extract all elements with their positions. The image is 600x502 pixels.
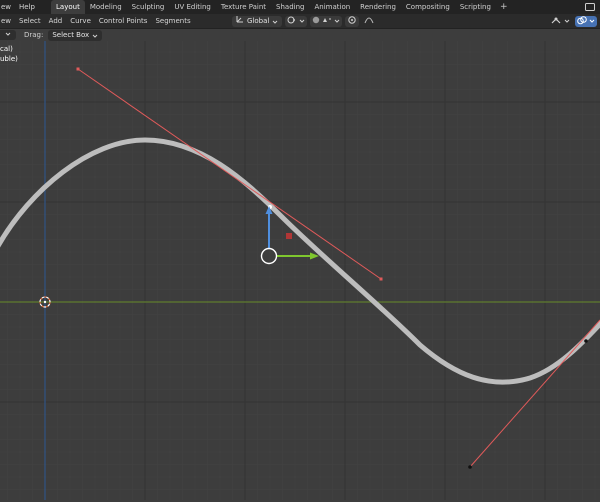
drag-mode-dropdown[interactable]: Select Box xyxy=(48,29,103,41)
proportional-editing-button[interactable] xyxy=(345,15,360,27)
add-workspace-button[interactable]: + xyxy=(496,0,512,14)
top-menu-bar: ew Help Layout Modeling Sculpting UV Edi… xyxy=(0,0,600,14)
chevron-down-icon xyxy=(334,18,340,24)
transform-orientation-dropdown[interactable]: Global xyxy=(232,15,283,27)
gizmo-toggle-button[interactable] xyxy=(548,16,572,27)
menu-select[interactable]: Select xyxy=(15,14,45,28)
viewport-info-line-1: cal) xyxy=(0,45,13,53)
viewport-info-line-2: uble) xyxy=(0,55,18,63)
3d-viewport[interactable] xyxy=(0,41,600,500)
tab-scripting[interactable]: Scripting xyxy=(455,0,496,14)
tab-sculpting[interactable]: Sculpting xyxy=(127,0,170,14)
chevron-down-icon xyxy=(92,32,98,38)
chevron-down-icon xyxy=(272,18,278,24)
drag-label: Drag: xyxy=(24,31,44,39)
tab-shading[interactable]: Shading xyxy=(271,0,309,14)
overlays-toggle-button[interactable] xyxy=(575,15,597,27)
viewport-header: ew Select Add Curve Control Points Segme… xyxy=(0,14,600,29)
overlays-icon xyxy=(577,15,587,27)
viewport-info-text: cal) uble) xyxy=(0,44,18,64)
falloff-icon xyxy=(364,16,374,26)
tab-uv-editing[interactable]: UV Editing xyxy=(169,0,216,14)
curve-control-point[interactable] xyxy=(584,339,588,343)
tool-options-toggle[interactable] xyxy=(0,30,16,40)
drag-mode-label: Select Box xyxy=(52,30,90,39)
menu-add[interactable]: Add xyxy=(45,14,67,28)
menu-view[interactable]: ew xyxy=(0,0,15,14)
handle-point-right[interactable] xyxy=(379,277,383,281)
tab-animation[interactable]: Animation xyxy=(309,0,355,14)
chevron-down-icon xyxy=(5,31,11,39)
gizmo-icon xyxy=(550,16,562,27)
proportional-editing-icon xyxy=(347,16,357,26)
gizmo-plane-handle[interactable] xyxy=(286,233,292,239)
menu-view-header[interactable]: ew xyxy=(0,14,15,28)
orientation-label: Global xyxy=(247,16,270,25)
tab-texture-paint[interactable]: Texture Paint xyxy=(216,0,271,14)
pivot-point-button[interactable] xyxy=(285,15,308,27)
menu-segments[interactable]: Segments xyxy=(151,14,194,28)
scene-icon[interactable] xyxy=(584,2,596,12)
orientation-icon xyxy=(236,15,244,27)
tab-compositing[interactable]: Compositing xyxy=(401,0,455,14)
snap-icon xyxy=(312,16,332,26)
tab-layout[interactable]: Layout xyxy=(51,0,85,14)
menu-control-points[interactable]: Control Points xyxy=(95,14,152,28)
tool-settings-row: Drag: Select Box xyxy=(0,29,600,41)
pivot-icon xyxy=(287,16,297,26)
tab-modeling[interactable]: Modeling xyxy=(85,0,127,14)
chevron-down-icon xyxy=(589,18,595,24)
chevron-down-icon xyxy=(564,18,570,24)
tab-rendering[interactable]: Rendering xyxy=(355,0,401,14)
menu-help[interactable]: Help xyxy=(15,0,39,14)
handle-point-left[interactable] xyxy=(76,67,80,71)
menu-curve[interactable]: Curve xyxy=(66,14,95,28)
chevron-down-icon xyxy=(299,18,305,24)
snap-button[interactable] xyxy=(310,15,343,27)
falloff-button[interactable] xyxy=(362,16,376,27)
viewport-canvas[interactable] xyxy=(0,41,600,500)
handle-point-lower[interactable] xyxy=(468,465,472,469)
